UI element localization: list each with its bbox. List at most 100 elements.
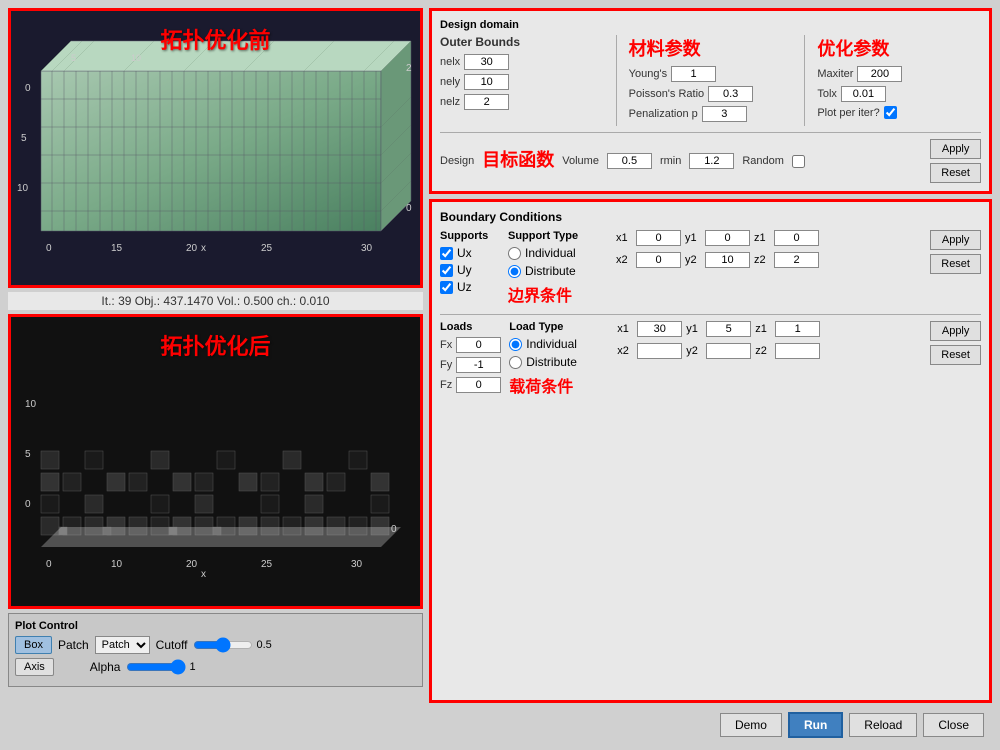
- svg-text:0: 0: [391, 524, 397, 535]
- svg-text:25: 25: [261, 559, 273, 570]
- plot-control-title: Plot Control: [15, 620, 416, 632]
- svg-text:5: 5: [21, 133, 27, 144]
- rmin-input[interactable]: [689, 153, 734, 169]
- svg-text:2: 2: [406, 63, 412, 74]
- load-y1-input[interactable]: [706, 321, 751, 337]
- individual-radio[interactable]: [508, 247, 521, 260]
- right-panel: Design domain Outer Bounds nelx nely nel…: [429, 8, 992, 742]
- sup-y1-input[interactable]: [705, 230, 750, 246]
- bottom-plot-label: 拓扑优化后: [160, 329, 270, 361]
- load-y2-input[interactable]: [706, 343, 751, 359]
- nely-label: nely: [440, 76, 460, 88]
- box-button[interactable]: Box: [15, 636, 52, 654]
- plot-iter-label: Plot per iter?: [817, 107, 879, 119]
- uy-label: Uy: [457, 263, 472, 277]
- outer-bounds-subsection: Outer Bounds nelx nely nelz: [440, 35, 604, 126]
- patch-select[interactable]: Patch: [95, 636, 150, 654]
- svg-text:15: 15: [111, 243, 123, 254]
- nely-input[interactable]: [464, 74, 509, 90]
- ux-checkbox[interactable]: [440, 247, 453, 260]
- penal-input[interactable]: [702, 106, 747, 122]
- run-button[interactable]: Run: [788, 712, 843, 738]
- load-individual-label: Individual: [526, 337, 577, 351]
- individual-label: Individual: [525, 246, 576, 260]
- alpha-value: 1: [189, 661, 213, 673]
- top-plot-area: 0 x 15 20 25 30 0 2 0 5 10 5 10 拓扑优化前: [8, 8, 423, 288]
- load-z1-input[interactable]: [775, 321, 820, 337]
- design-apply-button[interactable]: Apply: [930, 139, 981, 159]
- sup-y2-input[interactable]: [705, 252, 750, 268]
- load-z2-input[interactable]: [775, 343, 820, 359]
- maxiter-label: Maxiter: [817, 68, 853, 80]
- svg-text:0: 0: [25, 499, 31, 510]
- load-z2-label: z2: [755, 345, 771, 357]
- svg-text:5: 5: [25, 449, 31, 460]
- load-distribute-radio[interactable]: [509, 356, 522, 369]
- rmin-label: rmin: [660, 155, 681, 167]
- distribute-radio[interactable]: [508, 265, 521, 278]
- maxiter-input[interactable]: [857, 66, 902, 82]
- sup-z2-input[interactable]: [774, 252, 819, 268]
- design-reset-button[interactable]: Reset: [930, 163, 981, 183]
- sup-z2-label: z2: [754, 254, 770, 266]
- cutoff-value: 0.5: [256, 639, 280, 651]
- svg-text:10: 10: [17, 183, 29, 194]
- nelx-input[interactable]: [464, 54, 509, 70]
- nelz-input[interactable]: [464, 94, 509, 110]
- optimization-subsection: 优化参数 Maxiter Tolx Plot per iter?: [817, 35, 981, 126]
- loads-section: Loads Fx Fy Fz: [440, 321, 981, 397]
- cutoff-label: Cutoff: [156, 638, 188, 652]
- uz-checkbox[interactable]: [440, 281, 453, 294]
- left-panel: 0 x 15 20 25 30 0 2 0 5 10 5 10 拓扑优化前 It…: [8, 8, 423, 742]
- load-type-label: Load Type: [509, 321, 609, 333]
- youngs-label: Young's: [629, 68, 667, 80]
- svg-text:25: 25: [261, 243, 273, 254]
- load-x2-input[interactable]: [637, 343, 682, 359]
- svg-text:10: 10: [25, 399, 37, 410]
- load-individual-radio[interactable]: [509, 338, 522, 351]
- load-y1-label: y1: [686, 323, 702, 335]
- fy-label: Fy: [440, 359, 452, 371]
- alpha-slider[interactable]: [126, 660, 186, 674]
- load-y2-label: y2: [686, 345, 702, 357]
- cutoff-slider[interactable]: [193, 638, 253, 652]
- supports-apply-button[interactable]: Apply: [930, 230, 981, 250]
- sup-x2-label: x2: [616, 254, 632, 266]
- nelx-label: nelx: [440, 56, 460, 68]
- loads-reset-button[interactable]: Reset: [930, 345, 981, 365]
- axis-button[interactable]: Axis: [15, 658, 54, 676]
- close-button[interactable]: Close: [923, 713, 984, 737]
- alpha-label: Alpha: [90, 660, 121, 674]
- random-checkbox[interactable]: [792, 155, 805, 168]
- uy-checkbox[interactable]: [440, 264, 453, 277]
- load-x1-label: x1: [617, 323, 633, 335]
- fx-input[interactable]: [456, 337, 501, 353]
- youngs-input[interactable]: [671, 66, 716, 82]
- volume-input[interactable]: [607, 153, 652, 169]
- plot-iter-checkbox[interactable]: [884, 106, 897, 119]
- demo-button[interactable]: Demo: [720, 713, 782, 737]
- supports-reset-button[interactable]: Reset: [930, 254, 981, 274]
- design-domain-title: Design domain: [440, 19, 981, 31]
- load-distribute-label: Distribute: [526, 355, 577, 369]
- fx-label: Fx: [440, 339, 452, 351]
- bc-chinese-label: 边界条件: [508, 282, 608, 306]
- sup-z1-input[interactable]: [774, 230, 819, 246]
- fz-input[interactable]: [456, 377, 501, 393]
- fy-input[interactable]: [456, 357, 501, 373]
- support-type-label: Support Type: [508, 230, 608, 242]
- volume-label: Volume: [562, 155, 599, 167]
- sup-x2-input[interactable]: [636, 252, 681, 268]
- reload-button[interactable]: Reload: [849, 713, 917, 737]
- bottom-bar: Demo Run Reload Close: [429, 708, 992, 742]
- penal-label: Penalization p: [629, 108, 698, 120]
- load-z1-label: z1: [755, 323, 771, 335]
- tolx-input[interactable]: [841, 86, 886, 102]
- supports-title: Supports: [440, 230, 500, 242]
- loads-apply-button[interactable]: Apply: [930, 321, 981, 341]
- loads-chinese-label: 载荷条件: [509, 373, 609, 397]
- objective-title: 目标函数: [482, 146, 554, 172]
- load-x1-input[interactable]: [637, 321, 682, 337]
- sup-x1-input[interactable]: [636, 230, 681, 246]
- poisson-input[interactable]: [708, 86, 753, 102]
